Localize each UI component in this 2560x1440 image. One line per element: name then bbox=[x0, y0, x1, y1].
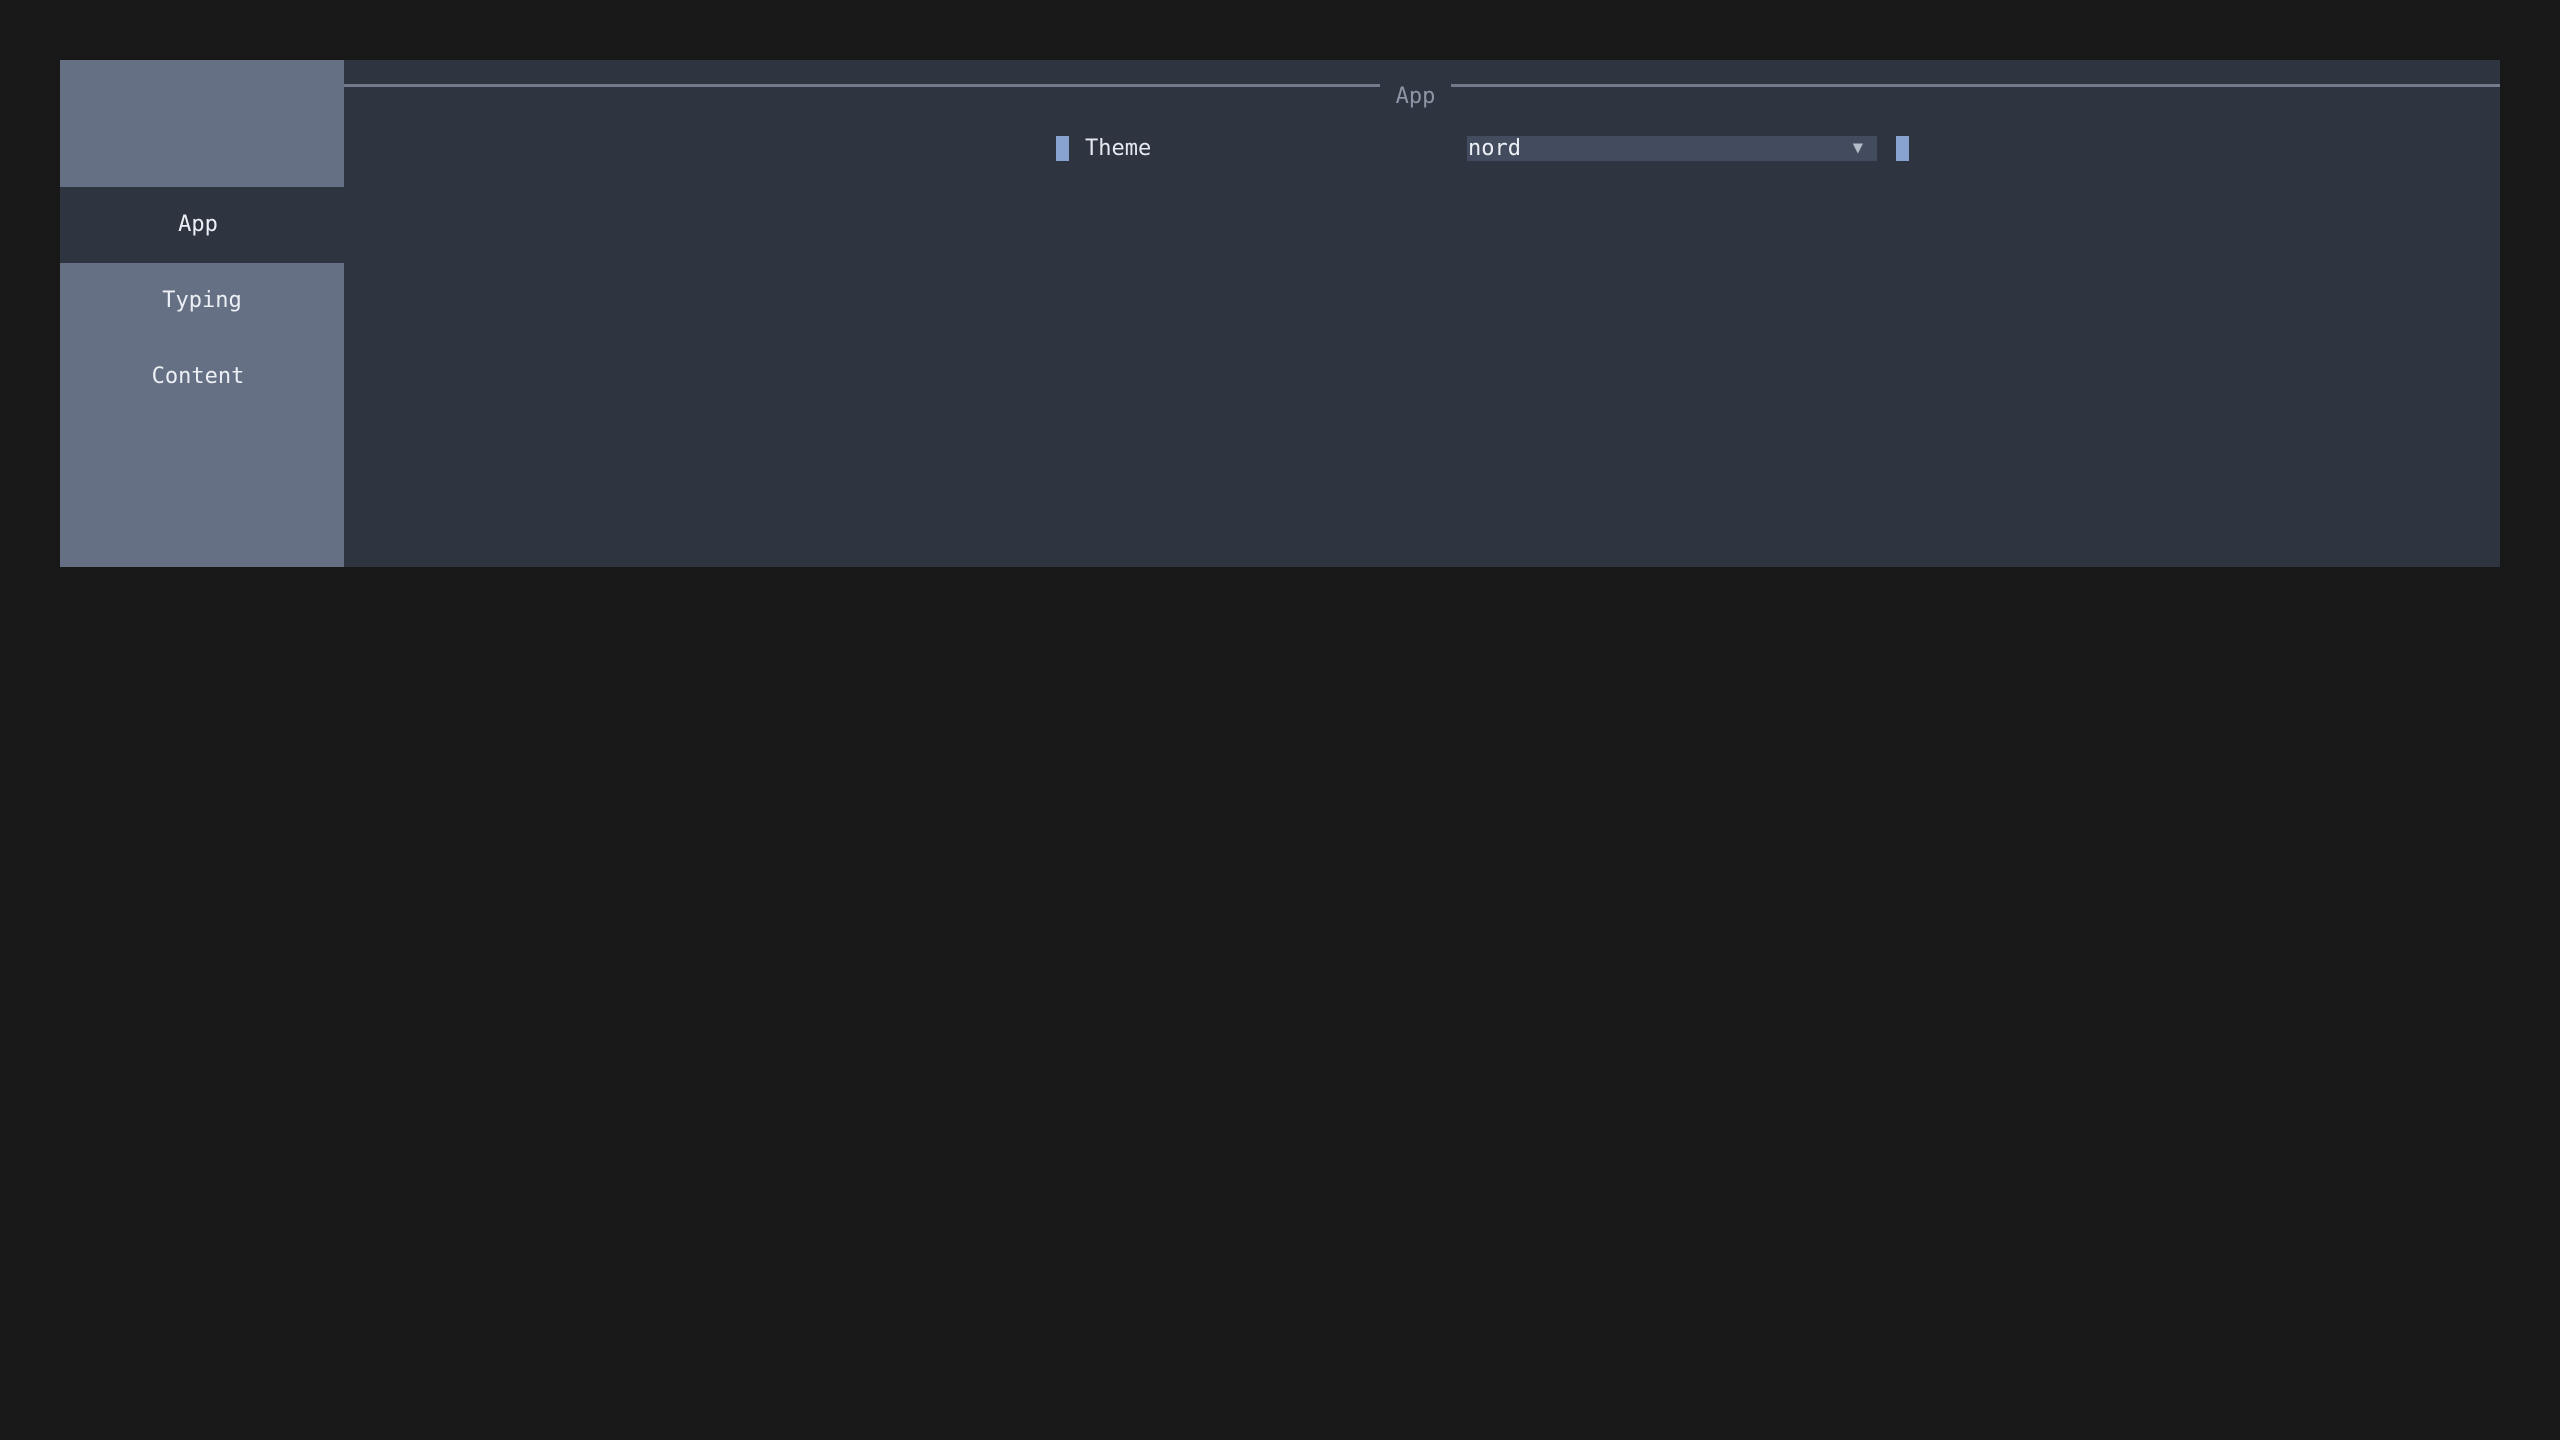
setting-row-marker-left bbox=[1056, 136, 1069, 161]
sidebar-item-typing[interactable]: Typing bbox=[60, 263, 344, 339]
chevron-down-icon: ▼ bbox=[1852, 138, 1863, 158]
settings-window: App Typing Content App Theme nord ▼ bbox=[60, 60, 2500, 567]
theme-selected-value: nord bbox=[1468, 136, 1521, 161]
theme-dropdown[interactable]: nord ▼ bbox=[1467, 136, 1877, 161]
setting-row-marker-right bbox=[1896, 136, 1909, 161]
section-divider-right bbox=[1451, 84, 2500, 87]
sidebar-item-app[interactable]: App bbox=[60, 187, 344, 263]
settings-panel: App Theme nord ▼ bbox=[344, 60, 2500, 567]
section-title: App bbox=[1395, 84, 1436, 109]
sidebar: App Typing Content bbox=[60, 60, 344, 567]
theme-label: Theme bbox=[1085, 136, 1152, 161]
section-divider-left bbox=[344, 84, 1380, 87]
sidebar-item-content[interactable]: Content bbox=[60, 339, 344, 415]
